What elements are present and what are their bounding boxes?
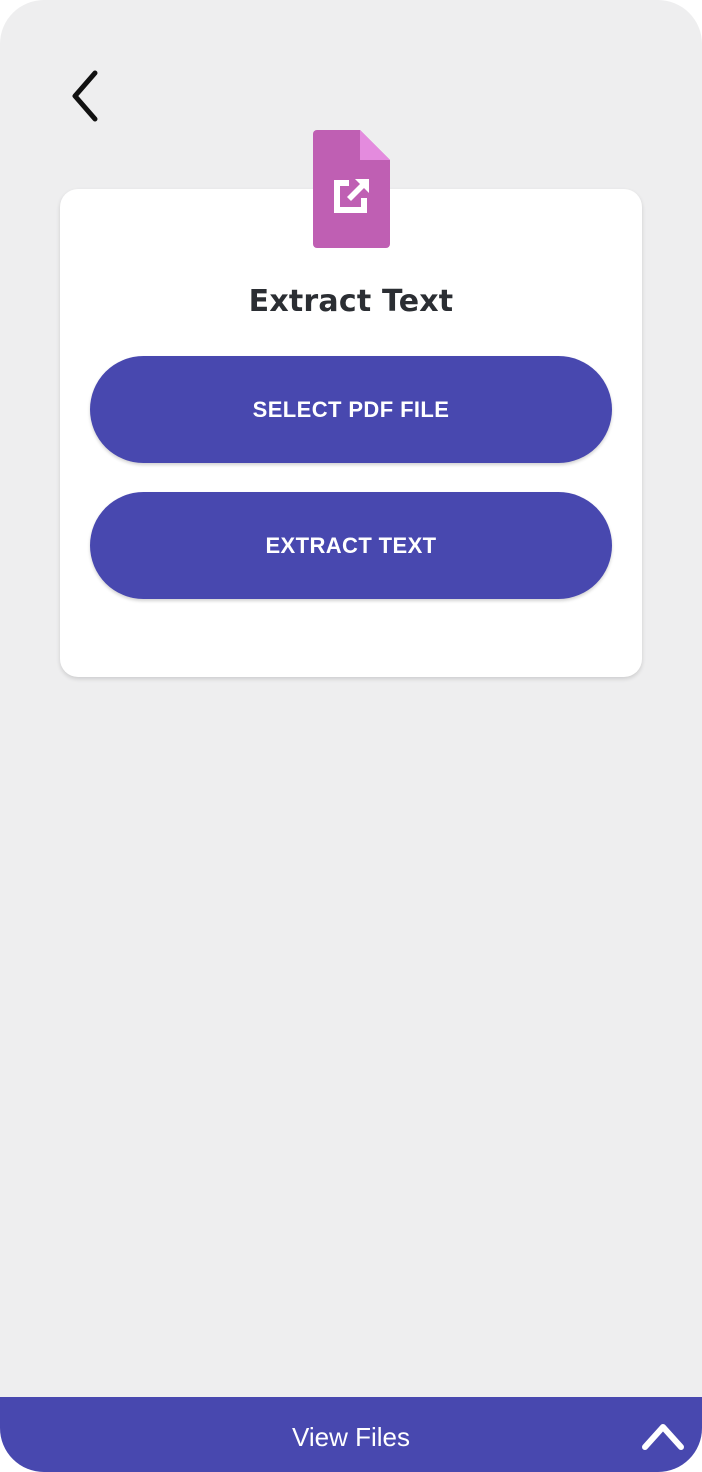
select-pdf-file-button[interactable]: SELECT PDF FILE [90,356,612,463]
pdf-export-file-icon [313,130,390,248]
view-files-label: View Files [291,1422,410,1452]
chevron-up-icon[interactable] [640,1417,686,1453]
chevron-left-icon [72,70,98,122]
extract-text-button[interactable]: EXTRACT TEXT [90,492,612,599]
screen: Extract Text SELECT PDF FILE EXTRACT TEX… [0,0,702,1472]
card-title: Extract Text [248,284,454,319]
view-files-bar[interactable]: View Files [0,1397,702,1472]
back-button[interactable] [56,60,116,132]
